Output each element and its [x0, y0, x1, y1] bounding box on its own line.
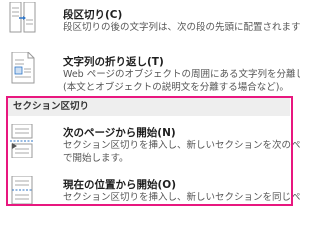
column-break-title: 段区切り(C) — [63, 9, 123, 21]
menu-item-text-wrapping[interactable]: 文字列の折り返し(T) Web ページのオブジェクトの周囲にある文字列を分離しま… — [0, 48, 300, 93]
next-page-desc-line-2: で開始します。 — [63, 153, 129, 164]
text-wrapping-title: 文字列の折り返し(T) — [63, 56, 164, 68]
next-page-break-icon — [8, 124, 38, 158]
text-wrapping-desc-line-1: Web ページのオブジェクトの周囲にある文字列を分離します — [63, 69, 300, 80]
text-wrapping-icon — [8, 52, 38, 84]
menu-item-next-page[interactable]: 次のページから開始(N) セクション区切りを挿入し、新しいセクションを次のページ… — [0, 120, 300, 164]
mouse-pointer-indicator — [12, 143, 17, 149]
next-page-title: 次のページから開始(N) — [63, 127, 176, 139]
continuous-break-icon — [8, 176, 38, 204]
menu-item-continuous[interactable]: 現在の位置から開始(O) セクション区切りを挿入し、新しいセクションを同じページ — [0, 172, 300, 204]
column-break-icon — [8, 2, 38, 34]
next-page-desc-line-1: セクション区切りを挿入し、新しいセクションを次のページ — [63, 140, 300, 151]
column-break-desc-line-1: 段区切りの後の文字列は、次の段の先頭に配置されます — [63, 22, 300, 33]
continuous-desc-line-1: セクション区切りを挿入し、新しいセクションを同じページ — [63, 192, 300, 203]
text-wrapping-desc-line-2: (本文とオブジェクトの説明文を分離する場合など)。 — [63, 82, 289, 93]
section-breaks-header: セクション区切り — [6, 98, 290, 116]
menu-item-column-break[interactable]: 段区切り(C) 段区切りの後の文字列は、次の段の先頭に配置されます — [0, 0, 300, 40]
continuous-title: 現在の位置から開始(O) — [63, 179, 177, 191]
